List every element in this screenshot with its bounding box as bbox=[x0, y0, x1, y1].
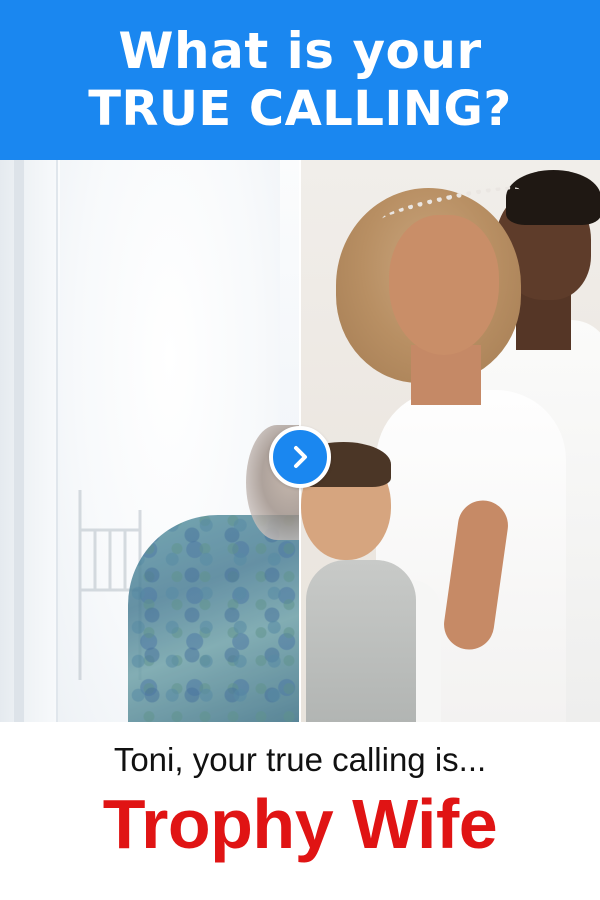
chevron-right-icon bbox=[294, 446, 307, 468]
reveal-next-button[interactable] bbox=[269, 426, 331, 488]
header-title-line2: TRUE CALLING? bbox=[88, 81, 512, 138]
result-title: Trophy Wife bbox=[102, 784, 498, 863]
header-title-line1: What is your bbox=[118, 22, 482, 81]
boy-vest bbox=[306, 560, 416, 722]
woman-face bbox=[389, 215, 499, 355]
left-photo bbox=[0, 160, 299, 722]
before-after-photo bbox=[0, 160, 600, 722]
man-hair bbox=[506, 170, 600, 225]
result-intro-text: Toni, your true calling is... bbox=[113, 741, 487, 778]
quiz-header: What is your TRUE CALLING? bbox=[0, 0, 600, 160]
right-photo bbox=[301, 160, 600, 722]
quiz-result: Toni, your true calling is... Trophy Wif… bbox=[0, 722, 600, 900]
older-woman-body bbox=[128, 515, 299, 722]
door-frame bbox=[0, 160, 58, 722]
